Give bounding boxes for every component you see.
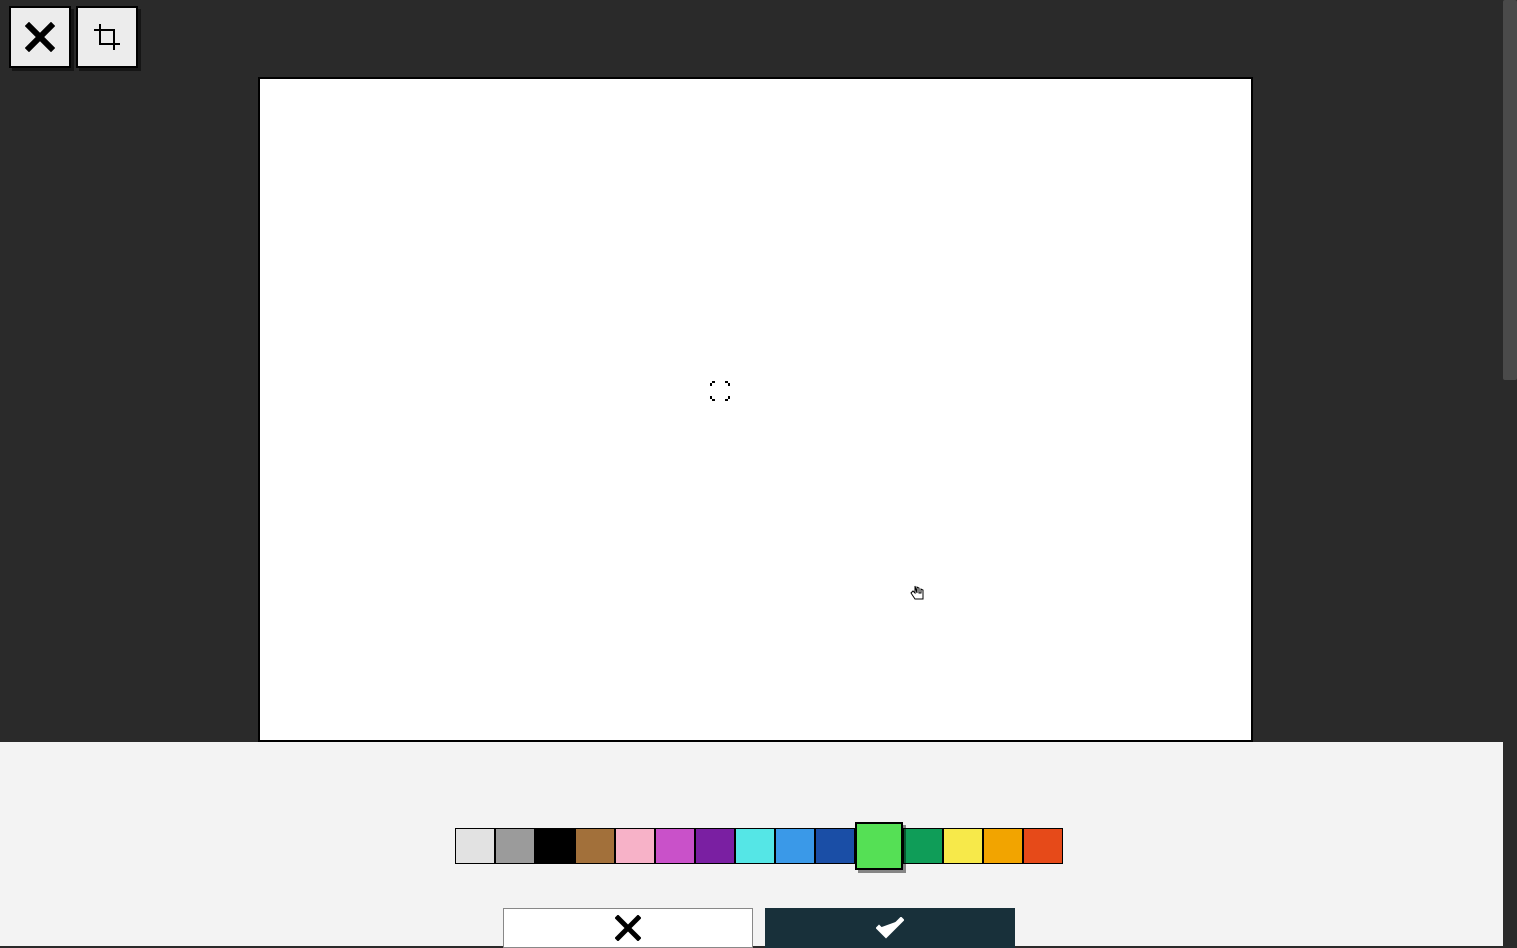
color-swatch[interactable] <box>855 822 903 870</box>
color-swatch[interactable] <box>903 828 943 864</box>
color-swatch[interactable] <box>695 828 735 864</box>
cancel-button[interactable] <box>503 908 753 948</box>
crop-button[interactable] <box>76 6 138 68</box>
color-swatch[interactable] <box>815 828 855 864</box>
top-toolbar <box>9 6 138 68</box>
scrollbar-thumb[interactable] <box>1503 0 1517 380</box>
action-row <box>503 908 1015 948</box>
close-icon <box>25 22 55 52</box>
color-swatch[interactable] <box>575 828 615 864</box>
selection-marker-icon <box>710 381 730 401</box>
color-swatch[interactable] <box>455 828 495 864</box>
color-palette <box>455 822 1063 870</box>
hand-cursor-icon <box>909 584 927 602</box>
color-swatch[interactable] <box>535 828 575 864</box>
close-button[interactable] <box>9 6 71 68</box>
color-swatch[interactable] <box>775 828 815 864</box>
scrollbar-vertical[interactable] <box>1503 0 1517 946</box>
canvas[interactable] <box>258 77 1253 742</box>
color-swatch[interactable] <box>943 828 983 864</box>
check-icon <box>876 917 904 939</box>
color-swatch[interactable] <box>735 828 775 864</box>
confirm-button[interactable] <box>765 908 1015 948</box>
bottom-panel <box>0 742 1517 946</box>
color-swatch[interactable] <box>615 828 655 864</box>
color-swatch[interactable] <box>1023 828 1063 864</box>
color-swatch[interactable] <box>495 828 535 864</box>
color-swatch[interactable] <box>655 828 695 864</box>
color-swatch[interactable] <box>983 828 1023 864</box>
close-icon <box>615 915 641 941</box>
crop-icon <box>92 22 122 52</box>
